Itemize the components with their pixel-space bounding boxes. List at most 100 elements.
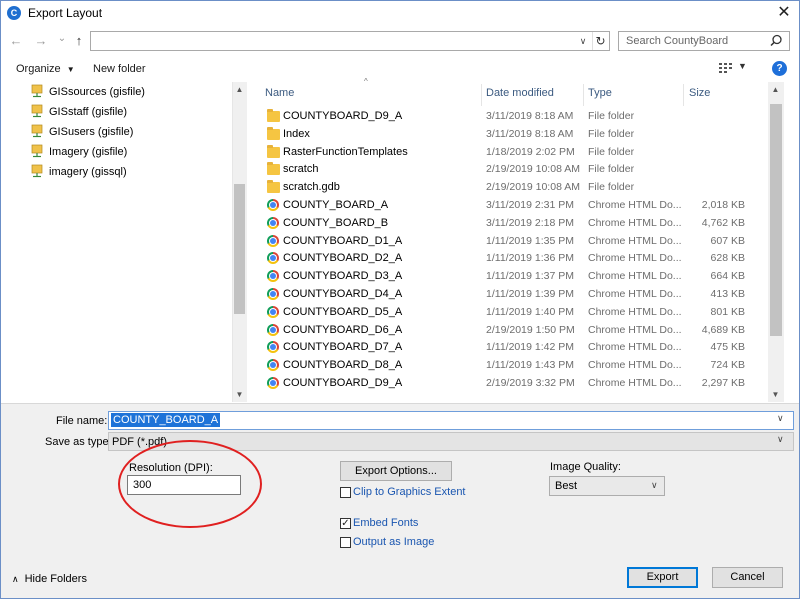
file-date-cell: 1/11/2019 1:40 PM [486,306,574,318]
file-type-cell: Chrome HTML Do... [588,324,682,336]
image-quality-dropdown-icon[interactable]: ∨ [651,480,658,491]
clip-to-graphics-checkbox[interactable] [340,487,351,498]
column-header-date[interactable]: Date modified [486,84,554,102]
export-button[interactable]: Export [627,567,698,588]
file-date-cell: 1/11/2019 1:36 PM [486,252,574,264]
chrome-icon [267,252,279,264]
scroll-up-arrow-icon[interactable]: ▲ [768,85,783,94]
file-row[interactable]: COUNTYBOARD_D7_A 1/11/2019 1:42 PM Chrome … [248,339,768,357]
file-date-cell: 1/11/2019 1:43 PM [486,359,574,371]
file-name-cell: COUNTY_BOARD_B [283,217,389,229]
window-title: Export Layout [28,6,103,20]
file-row[interactable]: COUNTYBOARD_D5_A 1/11/2019 1:40 PM Chrome … [248,304,768,322]
help-button[interactable]: ? [772,61,787,76]
chrome-icon [267,288,279,300]
scroll-down-arrow-icon[interactable]: ▼ [768,390,783,399]
new-folder-button[interactable]: New folder [93,63,146,75]
tree-item-label: imagery (gissql) [49,166,127,178]
file-date-cell: 2/19/2019 3:32 PM [486,377,575,389]
output-as-image-checkbox[interactable] [340,537,351,548]
file-type-cell: Chrome HTML Do... [588,252,682,264]
up-folder-button[interactable]: ↑ [70,31,88,51]
chrome-icon [267,235,279,247]
forward-button[interactable]: → [32,31,50,51]
file-row[interactable]: COUNTYBOARD_D1_A 1/11/2019 1:35 PM Chrome … [248,233,768,251]
back-button[interactable]: ← [7,31,25,51]
folder-icon [267,109,280,122]
view-dropdown-icon[interactable]: ▼ [738,61,747,71]
tree-item-label: GISsources (gisfile) [49,86,145,98]
file-type-cell: Chrome HTML Do... [588,306,682,318]
cancel-button[interactable]: Cancel [712,567,783,588]
file-row[interactable]: Index 3/11/2019 8:18 AM File folder [248,126,768,144]
tree-item-label: GISusers (gisfile) [49,126,134,138]
save-as-type-dropdown-icon[interactable]: ∨ [777,434,784,445]
tree-item-imagery-gissql[interactable]: imagery (gissql) [31,163,127,181]
column-divider[interactable] [683,84,684,106]
file-row[interactable]: COUNTYBOARD_D4_A 1/11/2019 1:39 PM Chrome … [248,286,768,304]
tree-item-gisstaff[interactable]: GISstaff (gisfile) [31,103,127,121]
file-name-cell: COUNTY_BOARD_A [283,199,389,211]
chrome-icon [267,324,279,336]
file-row[interactable]: COUNTYBOARD_D8_A 1/11/2019 1:43 PM Chrome … [248,357,768,375]
file-name-value[interactable]: COUNTY_BOARD_A [111,413,221,427]
column-header-name[interactable]: Name [265,84,294,102]
file-name-cell: COUNTYBOARD_D6_A [283,324,403,336]
file-row[interactable]: RasterFunctionTemplates 1/18/2019 2:02 PM… [248,144,768,162]
highlight-annotation [118,440,262,528]
file-name-cell: COUNTYBOARD_D8_A [283,359,403,371]
sort-ascending-icon: ^ [364,77,368,86]
column-header-size[interactable]: Size [689,84,710,102]
folder-icon [267,180,280,193]
file-row[interactable]: COUNTYBOARD_D2_A 1/11/2019 1:36 PM Chrome … [248,250,768,268]
file-row[interactable]: COUNTY_BOARD_B 3/11/2019 2:18 PM Chrome HT… [248,215,768,233]
file-type-cell: Chrome HTML Do... [588,217,682,229]
file-row[interactable]: COUNTYBOARD_D9_A 2/19/2019 3:32 PM Chrome … [248,375,768,393]
file-date-cell: 2/19/2019 1:50 PM [486,324,575,336]
file-row[interactable]: COUNTYBOARD_D3_A 1/11/2019 1:37 PM Chrome … [248,268,768,286]
file-type-cell: Chrome HTML Do... [588,377,682,389]
image-quality-label: Image Quality: [550,461,621,473]
file-row[interactable]: scratch 2/19/2019 10:08 AM File folder [248,161,768,179]
file-row[interactable]: COUNTYBOARD_D9_A 3/11/2019 8:18 AM File fo… [248,108,768,126]
file-size-cell: 628 KB [710,252,745,264]
organize-button[interactable]: Organize ▼ [16,63,75,75]
tree-item-imagery-gisfile[interactable]: Imagery (gisfile) [31,143,127,161]
file-row[interactable]: scratch.gdb 2/19/2019 10:08 AM File folder [248,179,768,197]
embed-fonts-label[interactable]: Embed Fonts [353,517,418,529]
column-divider[interactable] [481,84,482,106]
file-row[interactable]: COUNTY_BOARD_A 3/11/2019 2:31 PM Chrome HT… [248,197,768,215]
address-dropdown-icon[interactable]: ∨ [576,33,590,49]
output-as-image-label[interactable]: Output as Image [353,536,434,548]
tree-item-gissources[interactable]: GISsources (gisfile) [31,83,145,101]
file-name-cell: COUNTYBOARD_D3_A [283,270,403,282]
address-bar[interactable] [90,31,610,51]
network-drive-icon [31,124,43,138]
scroll-up-arrow-icon[interactable]: ▲ [232,85,247,94]
navigation-scrollbar-thumb[interactable] [234,184,245,314]
embed-fonts-checkbox[interactable]: ✓ [340,518,351,529]
view-options-icon[interactable] [718,62,734,74]
file-name-cell: COUNTYBOARD_D2_A [283,252,403,264]
refresh-button[interactable]: ↻ [592,32,608,50]
search-icon[interactable] [768,32,784,50]
title-bar [1,1,799,27]
column-header-type[interactable]: Type [588,84,612,102]
file-list-scrollbar-thumb[interactable] [770,104,782,336]
clip-to-graphics-label[interactable]: Clip to Graphics Extent [353,486,466,498]
recent-locations-button[interactable]: ⌄ [53,29,71,49]
column-divider[interactable] [583,84,584,106]
file-name-dropdown-icon[interactable]: ∨ [777,413,784,424]
export-options-button[interactable]: Export Options... [340,461,452,481]
file-date-cell: 3/11/2019 2:31 PM [486,199,574,211]
file-size-cell: 413 KB [710,288,745,300]
close-button[interactable]: ✕ [770,2,798,24]
hide-folders-button[interactable]: ∧ Hide Folders [12,573,87,585]
scroll-down-arrow-icon[interactable]: ▼ [232,390,247,399]
file-size-cell: 801 KB [710,306,745,318]
file-type-cell: Chrome HTML Do... [588,359,682,371]
tree-item-gisusers[interactable]: GISusers (gisfile) [31,123,133,141]
file-row[interactable]: COUNTYBOARD_D6_A 2/19/2019 1:50 PM Chrome … [248,322,768,340]
file-type-cell: Chrome HTML Do... [588,341,682,353]
folder-icon [267,127,280,140]
